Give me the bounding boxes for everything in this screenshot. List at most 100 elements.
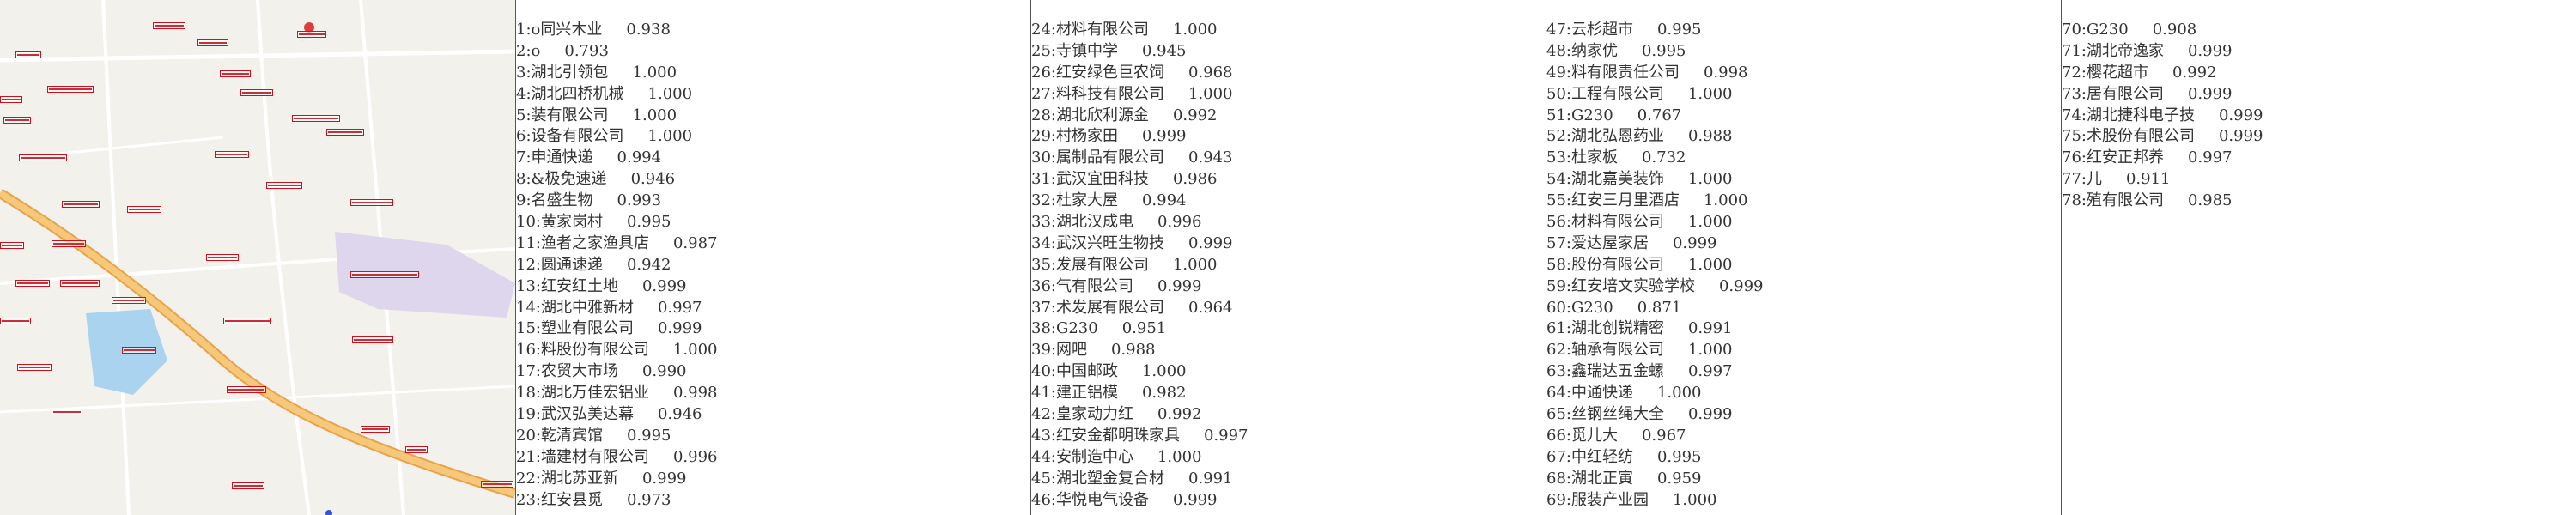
result-index: 34: <box>1031 233 1056 252</box>
result-score: 0.997 <box>1687 362 1733 381</box>
result-index: 76: <box>2062 148 2087 167</box>
result-score: 0.999 <box>1687 405 1733 424</box>
result-row: 2: o 0.793 <box>516 41 1030 63</box>
poi-detection-box <box>15 52 41 58</box>
result-index: 77: <box>2062 170 2087 189</box>
result-text: 术发展有限公司 <box>1055 298 1164 317</box>
result-row: 4: 湖北四桥机械 1.000 <box>516 84 1030 106</box>
result-index: 70: <box>2062 21 2087 39</box>
result-index: 57: <box>1546 233 1571 252</box>
result-row: 65: 丝钢丝绳大全 0.999 <box>1546 404 2061 426</box>
result-row: 55: 红安三月里酒店 1.000 <box>1546 191 2061 212</box>
result-text: 发展有限公司 <box>1055 255 1149 274</box>
result-index: 63: <box>1546 362 1571 381</box>
result-text: G230 <box>1571 298 1613 317</box>
result-index: 31: <box>1031 170 1056 189</box>
poi-detection-box <box>297 31 326 38</box>
result-row: 16: 料股份有限公司 1.000 <box>516 340 1030 361</box>
poi-detection-box <box>197 39 228 46</box>
result-score: 0.942 <box>626 255 671 274</box>
result-index: 24: <box>1031 21 1056 39</box>
result-row: 33: 湖北汉成电 0.996 <box>1031 212 1546 233</box>
result-row: 46: 华悦电气设备 0.999 <box>1031 490 1546 512</box>
result-index: 18: <box>516 384 541 403</box>
result-text: 武汉弘美达幕 <box>540 405 634 424</box>
result-score: 0.992 <box>1172 106 1218 124</box>
result-score: 0.997 <box>2187 148 2233 167</box>
result-text: 红安金都明珠家具 <box>1055 426 1180 445</box>
result-score: 1.000 <box>1172 21 1218 39</box>
result-row: 23: 红安县觅 0.973 <box>516 490 1030 512</box>
result-row: 74: 湖北捷科电子技 0.999 <box>2062 106 2576 127</box>
result-text: 工程有限公司 <box>1571 84 1664 103</box>
result-text: 术股份有限公司 <box>2086 127 2195 146</box>
result-text: 农贸大市场 <box>540 362 618 381</box>
poi-detection-box <box>266 182 302 189</box>
result-index: 14: <box>516 298 541 317</box>
result-row: 24: 材料有限公司 1.000 <box>1031 20 1546 41</box>
result-score: 0.946 <box>630 170 676 189</box>
result-index: 3: <box>516 63 532 82</box>
result-score: 0.793 <box>564 41 609 60</box>
result-index: 12: <box>516 255 541 274</box>
result-row: 34: 武汉兴旺生物技 0.999 <box>1031 233 1546 255</box>
result-row: 64: 中通快递 1.000 <box>1546 383 2061 404</box>
result-row: 19: 武汉弘美达幕 0.946 <box>516 404 1030 426</box>
result-row: 35: 发展有限公司 1.000 <box>1031 255 1546 276</box>
result-score: 1.000 <box>1687 213 1733 232</box>
result-row: 57: 爱达屋家居 0.999 <box>1546 233 2061 255</box>
result-text: 中红轻纺 <box>1571 447 1633 466</box>
result-text: 村杨家田 <box>1055 127 1118 146</box>
poi-detection-box <box>215 151 249 158</box>
result-index: 25: <box>1031 41 1056 60</box>
result-index: 59: <box>1546 276 1571 295</box>
result-index: 62: <box>1546 341 1571 360</box>
result-text: 樱花超市 <box>2086 63 2148 82</box>
poi-detection-box <box>3 117 31 124</box>
poi-detection-box <box>240 89 273 96</box>
poi-detection-box <box>0 242 24 249</box>
result-row: 31: 武汉宜田科技 0.986 <box>1031 169 1546 191</box>
result-text: 材料有限公司 <box>1055 21 1149 39</box>
result-row: 76: 红安正邦养 0.997 <box>2062 148 2576 169</box>
result-score: 1.000 <box>647 127 693 146</box>
result-score: 0.871 <box>1637 298 1682 317</box>
poi-detection-box <box>127 206 161 213</box>
result-score: 0.997 <box>657 298 702 317</box>
result-row: 13: 红安红土地 0.999 <box>516 276 1030 298</box>
result-text: 红安绿色巨农饲 <box>1055 63 1164 82</box>
result-row: 9: 名盛生物 0.993 <box>516 191 1030 212</box>
result-score: 0.999 <box>1157 276 1202 295</box>
result-score: 0.999 <box>1172 490 1218 509</box>
poi-detection-box <box>15 280 50 287</box>
result-text: 湖北欣利源金 <box>1055 106 1149 124</box>
result-score: 0.988 <box>1687 127 1733 146</box>
result-index: 27: <box>1031 84 1056 103</box>
result-index: 37: <box>1031 298 1056 317</box>
result-score: 0.999 <box>2187 41 2233 60</box>
result-row: 10: 黄家岗村 0.995 <box>516 212 1030 233</box>
result-index: 28: <box>1031 106 1056 124</box>
result-score: 0.968 <box>1188 63 1233 82</box>
result-index: 42: <box>1031 405 1056 424</box>
result-row: 22: 湖北苏亚新 0.999 <box>516 469 1030 490</box>
result-index: 72: <box>2062 63 2087 82</box>
result-score: 0.911 <box>2125 170 2171 189</box>
result-score: 0.998 <box>1703 63 1748 82</box>
result-score: 0.993 <box>617 191 662 210</box>
result-score: 1.000 <box>632 63 677 82</box>
poi-detection-box <box>227 386 266 393</box>
result-index: 35: <box>1031 255 1056 274</box>
result-score: 0.986 <box>1172 170 1218 189</box>
poi-detection-box <box>326 129 364 136</box>
result-row: 75: 术股份有限公司 0.999 <box>2062 126 2576 148</box>
result-index: 36: <box>1031 276 1056 295</box>
result-score: 1.000 <box>672 341 718 360</box>
result-index: 13: <box>516 276 541 295</box>
result-text: 黄家岗村 <box>540 213 603 232</box>
result-score: 0.995 <box>626 426 671 445</box>
poi-detection-box <box>153 22 185 29</box>
result-index: 30: <box>1031 148 1056 167</box>
result-text: 料股份有限公司 <box>540 341 649 360</box>
result-text: 墙建材有限公司 <box>540 447 649 466</box>
